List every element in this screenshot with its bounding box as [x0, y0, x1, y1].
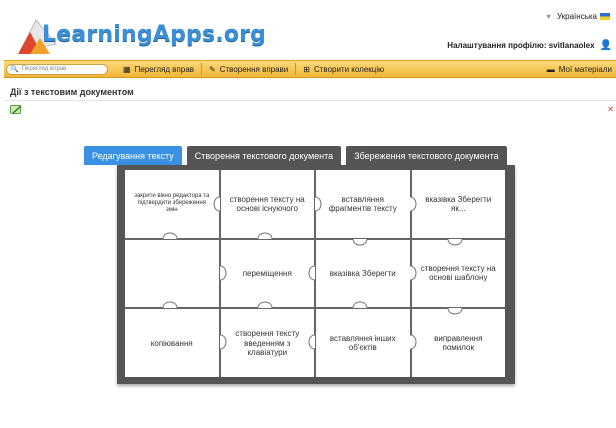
logo[interactable]: LearningApps.org	[12, 6, 266, 60]
puzzle-board: закрити вікно редактора та підтвердити з…	[117, 165, 515, 384]
category-tabs: Редагування тексту Створення текстового …	[84, 146, 507, 165]
tab-text-editing[interactable]: Редагування тексту	[84, 146, 182, 165]
profile-label: Налаштування профілю: svitlanaolex	[447, 41, 595, 50]
search-placeholder: Перегляд вправ	[21, 66, 67, 72]
create-collection-label: Створити колекцію	[313, 64, 385, 74]
puzzle-piece[interactable]: вставляння інших об'єктів	[316, 309, 410, 377]
puzzle-piece[interactable]: виправлення помилок	[411, 309, 505, 377]
title-divider	[4, 100, 616, 101]
fullscreen-icon[interactable]: ✕	[607, 105, 614, 114]
main-toolbar: 🔍 Перегляд вправ ▦ Перегляд вправ ✎ Ство…	[4, 60, 616, 78]
ukraine-flag-icon	[600, 13, 610, 20]
browse-exercises-label: Перегляд вправ	[134, 64, 195, 74]
puzzle-piece[interactable]: копіювання	[125, 309, 219, 377]
page-title: Дії з текстовим документом	[10, 87, 134, 97]
search-icon: 🔍	[10, 66, 19, 73]
tab-document-creation[interactable]: Створення текстового документа	[186, 146, 342, 165]
my-materials-link[interactable]: ▬ Мої матеріали	[547, 65, 616, 74]
create-exercise-link[interactable]: ✎ Створення вправи	[202, 63, 297, 75]
my-materials-label: Мої матеріали	[558, 64, 612, 74]
logo-text: LearningApps.org	[42, 22, 267, 47]
puzzle-piece[interactable]: створення тексту на основі існуючого	[220, 170, 314, 238]
folder-icon: ▬	[546, 64, 555, 74]
browse-exercises-link[interactable]: ▦ Перегляд вправ	[116, 63, 203, 75]
pencil-icon: ✎	[209, 64, 216, 74]
puzzle-piece[interactable]: вставляння фрагментів тексту	[316, 170, 410, 238]
profile-settings-link[interactable]: Налаштування профілю: svitlanaolex 👤	[447, 40, 612, 51]
heart-icon: ♥	[546, 12, 551, 21]
puzzle-piece-empty[interactable]	[125, 239, 219, 308]
create-collection-link[interactable]: ⊞ Створити колекцію	[296, 63, 391, 75]
user-icon: 👤	[599, 40, 612, 51]
edit-app-icon[interactable]	[10, 105, 22, 115]
puzzle-piece[interactable]: закрити вікно редактора та підтвердити з…	[125, 170, 219, 238]
puzzle-piece[interactable]: створення тексту введенням з клавіатури	[220, 309, 314, 377]
search-input[interactable]: 🔍 Перегляд вправ	[6, 63, 108, 75]
language-selector[interactable]: ♥ Українська	[546, 12, 610, 21]
grid-icon: ▦	[123, 64, 131, 74]
puzzle-piece[interactable]: створення тексту на основі шаблону	[411, 239, 505, 308]
tab-document-saving[interactable]: Збереження текстового документа	[346, 146, 507, 165]
puzzle-piece[interactable]: вказівка Зберегти	[316, 239, 410, 308]
puzzle-piece[interactable]: вказівка Зберегти як...	[411, 170, 505, 238]
language-label: Українська	[556, 12, 597, 21]
puzzle-piece[interactable]: переміщення	[220, 239, 314, 308]
create-exercise-label: Створення вправи	[219, 64, 289, 74]
puzzle-grid: закрити вікно редактора та підтвердити з…	[125, 170, 505, 377]
collection-icon: ⊞	[303, 64, 310, 74]
